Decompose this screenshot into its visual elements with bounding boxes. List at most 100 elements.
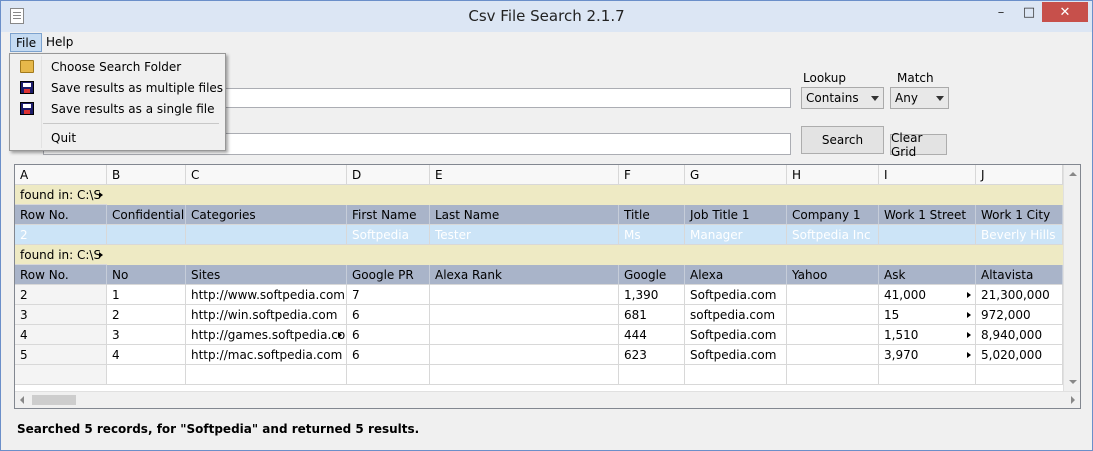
table-cell[interactable]: Tester bbox=[430, 225, 619, 245]
menu-help[interactable]: Help bbox=[41, 33, 78, 52]
table-cell[interactable]: Ms bbox=[619, 225, 685, 245]
clear-grid-button[interactable]: Clear Grid bbox=[890, 131, 947, 159]
expand-arrow-icon[interactable] bbox=[967, 292, 971, 298]
column-header[interactable]: Title bbox=[619, 205, 685, 225]
table-cell[interactable] bbox=[787, 285, 879, 305]
table-row[interactable] bbox=[15, 365, 1063, 385]
scroll-thumb[interactable] bbox=[32, 395, 76, 405]
column-header[interactable]: Google bbox=[619, 265, 685, 285]
column-header[interactable]: Work 1 City bbox=[976, 205, 1063, 225]
column-header[interactable]: Alexa bbox=[685, 265, 787, 285]
menu-file[interactable]: File bbox=[10, 33, 43, 52]
menu-item-save-multiple[interactable]: Save results as multiple files bbox=[11, 78, 224, 98]
table-cell[interactable] bbox=[685, 365, 787, 385]
column-letter-header[interactable]: B bbox=[107, 165, 186, 185]
scroll-down-icon[interactable] bbox=[1069, 380, 1077, 384]
column-header[interactable]: First Name bbox=[347, 205, 430, 225]
table-cell[interactable]: 6 bbox=[347, 305, 430, 325]
table-cell[interactable] bbox=[15, 365, 107, 385]
table-cell[interactable]: 5,020,000 bbox=[976, 345, 1063, 365]
column-header[interactable]: Row No. bbox=[15, 205, 107, 225]
table-cell[interactable]: Manager bbox=[685, 225, 787, 245]
table-cell[interactable]: 3 bbox=[107, 325, 186, 345]
results-grid[interactable]: A B C D E F G H I Jfound in: C:\S Row No. Confident… bbox=[14, 164, 1081, 409]
column-header[interactable]: Ask bbox=[879, 265, 976, 285]
scroll-left-icon[interactable] bbox=[20, 396, 24, 404]
column-header[interactable]: Company 1 bbox=[787, 205, 879, 225]
menu-item-save-single[interactable]: Save results as a single file bbox=[11, 99, 224, 119]
column-header[interactable]: Yahoo bbox=[787, 265, 879, 285]
table-row[interactable]: 3 2 http://win.softpedia.com 6 681 softpedia.… bbox=[15, 305, 1063, 325]
table-cell[interactable] bbox=[879, 225, 976, 245]
minimize-button[interactable]: – bbox=[986, 2, 1016, 22]
menu-item-choose-search-folder[interactable]: Choose Search Folder bbox=[11, 57, 224, 77]
column-letter-header[interactable]: I bbox=[879, 165, 976, 185]
table-cell[interactable]: 6 bbox=[347, 325, 430, 345]
table-cell[interactable]: 3 bbox=[15, 305, 107, 325]
table-cell[interactable] bbox=[347, 365, 430, 385]
menu-item-quit[interactable]: Quit bbox=[11, 128, 224, 148]
group-found-row[interactable]: found in: C:\S bbox=[15, 185, 1063, 205]
match-select[interactable]: Any bbox=[890, 87, 949, 109]
group-header-row[interactable]: Row No. Confidential Categories First Name L… bbox=[15, 205, 1063, 225]
expand-arrow-icon[interactable] bbox=[99, 252, 103, 258]
table-cell[interactable] bbox=[107, 225, 186, 245]
table-cell[interactable] bbox=[787, 345, 879, 365]
table-cell[interactable]: 623 bbox=[619, 345, 685, 365]
table-cell[interactable]: 5 bbox=[15, 345, 107, 365]
table-cell[interactable]: 4 bbox=[107, 345, 186, 365]
table-cell[interactable] bbox=[107, 365, 186, 385]
column-header[interactable]: Sites bbox=[186, 265, 347, 285]
table-row[interactable]: 2 Softpedia Tester Ms Manager Softpedia Inc Be… bbox=[15, 225, 1063, 245]
table-cell[interactable]: http://mac.softpedia.com bbox=[186, 345, 347, 365]
expand-arrow-icon[interactable] bbox=[967, 332, 971, 338]
table-cell[interactable] bbox=[787, 365, 879, 385]
table-cell[interactable]: 2 bbox=[15, 225, 107, 245]
table-cell[interactable]: Softpedia Inc bbox=[787, 225, 879, 245]
column-letter-header[interactable]: J bbox=[976, 165, 1063, 185]
table-cell[interactable] bbox=[186, 365, 347, 385]
table-row[interactable]: 2 1 http://www.softpedia.com 7 1,390 Softpedi… bbox=[15, 285, 1063, 305]
expand-arrow-icon[interactable] bbox=[967, 312, 971, 318]
table-cell[interactable]: 15 bbox=[879, 305, 976, 325]
expand-arrow-icon[interactable] bbox=[967, 352, 971, 358]
table-cell[interactable] bbox=[976, 365, 1063, 385]
table-cell[interactable] bbox=[186, 225, 347, 245]
vertical-scrollbar[interactable] bbox=[1063, 165, 1080, 391]
column-letter-header[interactable]: D bbox=[347, 165, 430, 185]
table-cell[interactable] bbox=[879, 365, 976, 385]
column-header[interactable]: Categories bbox=[186, 205, 347, 225]
column-letter-header[interactable]: G bbox=[685, 165, 787, 185]
table-cell[interactable] bbox=[430, 325, 619, 345]
table-row[interactable]: 4 3 http://games.softpedia.co 6 444 Softpedia… bbox=[15, 325, 1063, 345]
table-cell[interactable] bbox=[787, 305, 879, 325]
table-cell[interactable]: 3,970 bbox=[879, 345, 976, 365]
table-cell[interactable]: 2 bbox=[107, 305, 186, 325]
title-bar[interactable]: Csv File Search 2.1.7 – □ ✕ bbox=[1, 1, 1092, 32]
column-header[interactable]: Confidential bbox=[107, 205, 186, 225]
column-header[interactable]: Google PR bbox=[347, 265, 430, 285]
table-cell[interactable]: 972,000 bbox=[976, 305, 1063, 325]
column-letter-header[interactable]: H bbox=[787, 165, 879, 185]
column-header[interactable]: Last Name bbox=[430, 205, 619, 225]
table-cell[interactable] bbox=[787, 325, 879, 345]
table-cell[interactable]: 8,940,000 bbox=[976, 325, 1063, 345]
table-cell[interactable] bbox=[430, 365, 619, 385]
column-header[interactable]: No bbox=[107, 265, 186, 285]
column-header[interactable]: Work 1 Street bbox=[879, 205, 976, 225]
expand-arrow-icon[interactable] bbox=[99, 192, 103, 198]
maximize-button[interactable]: □ bbox=[1016, 2, 1042, 22]
table-cell[interactable] bbox=[619, 365, 685, 385]
column-header[interactable]: Alexa Rank bbox=[430, 265, 619, 285]
table-cell[interactable]: 2 bbox=[15, 285, 107, 305]
table-cell[interactable]: 41,000 bbox=[879, 285, 976, 305]
table-cell[interactable]: http://www.softpedia.com bbox=[186, 285, 347, 305]
group-found-label[interactable]: found in: C:\S bbox=[15, 185, 107, 205]
search-button[interactable]: Search bbox=[801, 126, 884, 154]
lookup-select[interactable]: Contains bbox=[801, 87, 884, 109]
column-letter-header[interactable]: F bbox=[619, 165, 685, 185]
table-cell[interactable]: 7 bbox=[347, 285, 430, 305]
group-found-label[interactable]: found in: C:\S bbox=[15, 245, 107, 265]
column-letter-header[interactable]: A bbox=[15, 165, 107, 185]
column-letter-header[interactable]: C bbox=[186, 165, 347, 185]
